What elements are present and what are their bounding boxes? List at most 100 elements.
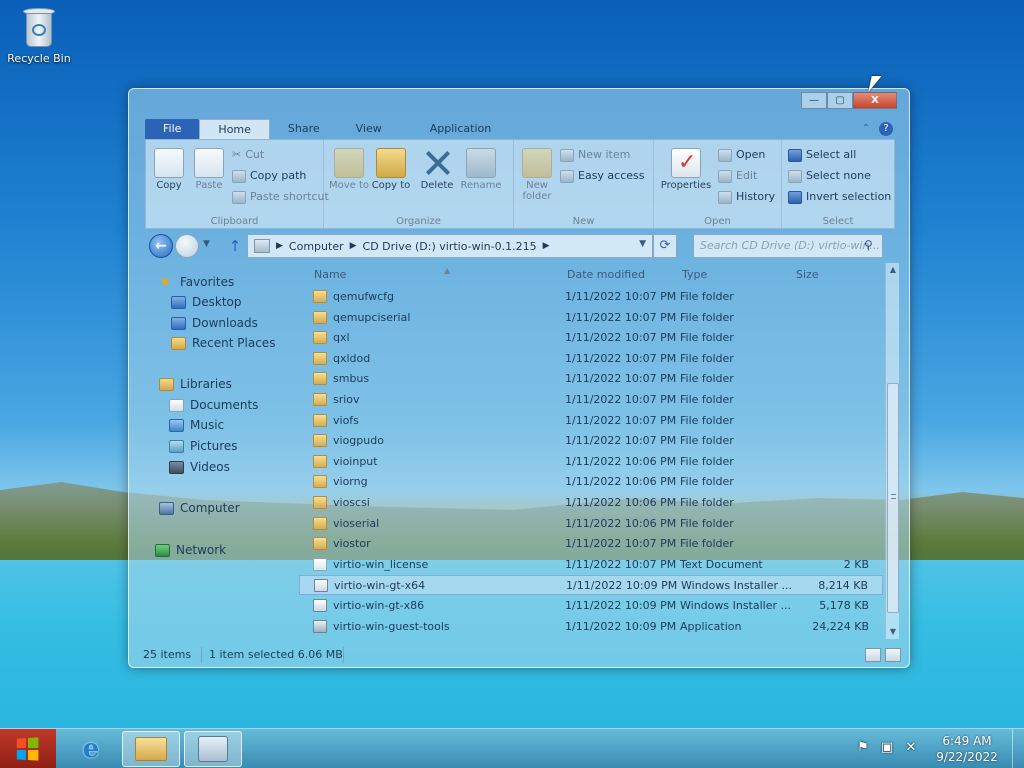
file-name: viorng bbox=[333, 475, 368, 489]
tab-home[interactable]: Home bbox=[199, 119, 270, 139]
rename-button[interactable]: Rename bbox=[460, 148, 502, 191]
network-icon[interactable]: ▣ bbox=[880, 741, 894, 755]
up-button[interactable]: ↑ bbox=[225, 236, 245, 256]
copy-to-button[interactable]: Copy to bbox=[370, 148, 412, 191]
easy-access-icon bbox=[560, 169, 574, 183]
table-row[interactable]: qxl 1/11/2022 10:07 PM File folder bbox=[299, 328, 883, 348]
table-row[interactable]: virtio-win-guest-tools 1/11/2022 10:09 PM… bbox=[299, 617, 883, 637]
maximize-button[interactable]: ▢ bbox=[827, 92, 853, 109]
paste-shortcut-button[interactable]: Paste shortcut bbox=[232, 188, 329, 206]
select-none-button[interactable]: Select none bbox=[788, 167, 871, 185]
address-dropdown-icon[interactable]: ▼ bbox=[639, 239, 646, 249]
copy-button[interactable]: Copy bbox=[148, 148, 190, 191]
nav-downloads[interactable]: Downloads bbox=[171, 314, 258, 332]
table-row[interactable]: sriov 1/11/2022 10:07 PM File folder bbox=[299, 390, 883, 410]
minimize-button[interactable]: — bbox=[801, 92, 827, 109]
chevron-right-icon[interactable]: ▶ bbox=[350, 241, 357, 251]
nav-favorites[interactable]: ★ Favorites bbox=[159, 273, 234, 291]
column-header-type[interactable]: Type bbox=[682, 268, 707, 284]
search-input[interactable]: Search CD Drive (D:) virtio-win... ⚲ bbox=[693, 234, 883, 258]
speaker-muted-icon[interactable]: ✕ bbox=[904, 741, 918, 755]
table-row[interactable]: virtio-win-gt-x64 1/11/2022 10:09 PM Windo… bbox=[299, 575, 883, 596]
edit-button[interactable]: Edit bbox=[718, 167, 757, 185]
tab-view[interactable]: View bbox=[338, 119, 400, 139]
nav-libraries[interactable]: Libraries bbox=[159, 375, 232, 393]
table-row[interactable]: virtio-win_license 1/11/2022 10:07 PM Text… bbox=[299, 555, 883, 575]
scroll-thumb[interactable] bbox=[887, 383, 899, 613]
clock[interactable]: 6:49 AM 9/22/2022 bbox=[932, 733, 1002, 765]
nav-desktop[interactable]: Desktop bbox=[171, 293, 242, 311]
close-button[interactable]: X bbox=[853, 92, 897, 109]
easy-access-button[interactable]: Easy access bbox=[560, 167, 645, 185]
back-button[interactable]: ← bbox=[149, 234, 173, 258]
nav-videos[interactable]: Videos bbox=[169, 458, 230, 476]
move-to-button[interactable]: Move to bbox=[328, 148, 370, 191]
table-row[interactable]: qxldod 1/11/2022 10:07 PM File folder bbox=[299, 349, 883, 369]
nav-documents[interactable]: Documents bbox=[169, 396, 258, 414]
details-view-icon[interactable] bbox=[865, 648, 881, 662]
nav-pictures[interactable]: Pictures bbox=[169, 437, 238, 455]
new-folder-button[interactable]: New folder bbox=[516, 148, 558, 202]
table-row[interactable]: virtio-win-gt-x86 1/11/2022 10:09 PM Windo… bbox=[299, 596, 883, 616]
table-row[interactable]: vioserial 1/11/2022 10:06 PM File folder bbox=[299, 514, 883, 534]
file-type: File folder bbox=[680, 290, 734, 303]
taskbar-server-manager[interactable] bbox=[184, 731, 242, 767]
nav-music[interactable]: Music bbox=[169, 416, 224, 434]
tab-file[interactable]: File bbox=[145, 119, 200, 139]
start-icon bbox=[16, 737, 39, 761]
table-row[interactable]: smbus 1/11/2022 10:07 PM File folder bbox=[299, 369, 883, 389]
recycle-bin-shortcut[interactable]: Recycle Bin bbox=[6, 6, 72, 65]
search-icon[interactable]: ⚲ bbox=[864, 238, 878, 252]
select-group-label: Select bbox=[822, 216, 854, 227]
recent-locations-dropdown[interactable]: ▼ bbox=[203, 239, 210, 249]
table-row[interactable]: viofs 1/11/2022 10:07 PM File folder bbox=[299, 411, 883, 431]
taskbar-file-explorer[interactable] bbox=[122, 731, 180, 767]
scroll-down-arrow-icon[interactable]: ▼ bbox=[886, 625, 900, 639]
table-row[interactable]: qemupciserial 1/11/2022 10:07 PM File fold… bbox=[299, 308, 883, 328]
start-button[interactable] bbox=[0, 729, 56, 768]
sort-ascending-icon: ▲ bbox=[444, 266, 451, 275]
large-icons-view-icon[interactable] bbox=[885, 648, 901, 662]
breadcrumb-cd-drive[interactable]: CD Drive (D:) virtio-win-0.1.215 bbox=[363, 240, 537, 253]
clipboard-group: Copy Paste ✂ Cut Copy path Paste shortcu… bbox=[146, 140, 329, 230]
chevron-right-icon[interactable]: ▶ bbox=[543, 241, 550, 251]
table-row[interactable]: viostor 1/11/2022 10:07 PM File folder bbox=[299, 534, 883, 554]
refresh-button[interactable]: ⟳ bbox=[653, 234, 677, 258]
copy-path-button[interactable]: Copy path bbox=[232, 167, 306, 185]
nav-network[interactable]: Network bbox=[155, 541, 226, 559]
table-row[interactable]: qemufwcfg 1/11/2022 10:07 PM File folder bbox=[299, 287, 883, 307]
show-desktop-button[interactable] bbox=[1012, 729, 1024, 768]
table-row[interactable]: vioinput 1/11/2022 10:06 PM File folder bbox=[299, 452, 883, 472]
column-header-size[interactable]: Size bbox=[796, 268, 819, 284]
open-button[interactable]: Open bbox=[718, 146, 765, 164]
flag-icon[interactable]: ⚑ bbox=[856, 741, 870, 755]
tab-share[interactable]: Share bbox=[270, 119, 338, 139]
nav-computer[interactable]: Computer bbox=[159, 499, 240, 517]
properties-button[interactable]: Properties bbox=[660, 148, 712, 191]
taskbar-internet-explorer[interactable]: e bbox=[62, 731, 120, 767]
column-header-name[interactable]: Name ▲ bbox=[314, 266, 450, 284]
breadcrumb-computer[interactable]: Computer bbox=[289, 240, 344, 253]
scroll-up-arrow-icon[interactable]: ▲ bbox=[886, 263, 900, 277]
column-header-date-modified[interactable]: Date modified bbox=[567, 268, 645, 284]
chevron-right-icon[interactable]: ▶ bbox=[276, 241, 283, 251]
table-row[interactable]: viorng 1/11/2022 10:06 PM File folder bbox=[299, 472, 883, 492]
cut-button[interactable]: ✂ Cut bbox=[232, 146, 264, 164]
help-icon[interactable]: ? bbox=[879, 122, 893, 136]
invert-selection-button[interactable]: Invert selection bbox=[788, 188, 891, 206]
file-name: viostor bbox=[333, 537, 371, 551]
table-row[interactable]: viogpudo 1/11/2022 10:07 PM File folder bbox=[299, 431, 883, 451]
address-bar[interactable]: ▶ Computer ▶ CD Drive (D:) virtio-win-0.… bbox=[247, 234, 653, 258]
delete-button[interactable]: Delete bbox=[416, 148, 458, 191]
vertical-scrollbar[interactable]: ▲ ▼ bbox=[885, 263, 899, 639]
history-button[interactable]: History bbox=[718, 188, 775, 206]
tab-application[interactable]: Application bbox=[412, 119, 509, 139]
forward-button[interactable] bbox=[175, 234, 199, 258]
paste-button[interactable]: Paste bbox=[188, 148, 230, 191]
table-row[interactable]: vioscsi 1/11/2022 10:06 PM File folder bbox=[299, 493, 883, 513]
select-all-button[interactable]: Select all bbox=[788, 146, 856, 164]
nav-recent-places[interactable]: Recent Places bbox=[171, 334, 275, 352]
libraries-icon bbox=[159, 377, 174, 391]
new-item-button[interactable]: New item bbox=[560, 146, 630, 164]
minimize-ribbon-icon[interactable]: ⌃ bbox=[859, 122, 873, 136]
